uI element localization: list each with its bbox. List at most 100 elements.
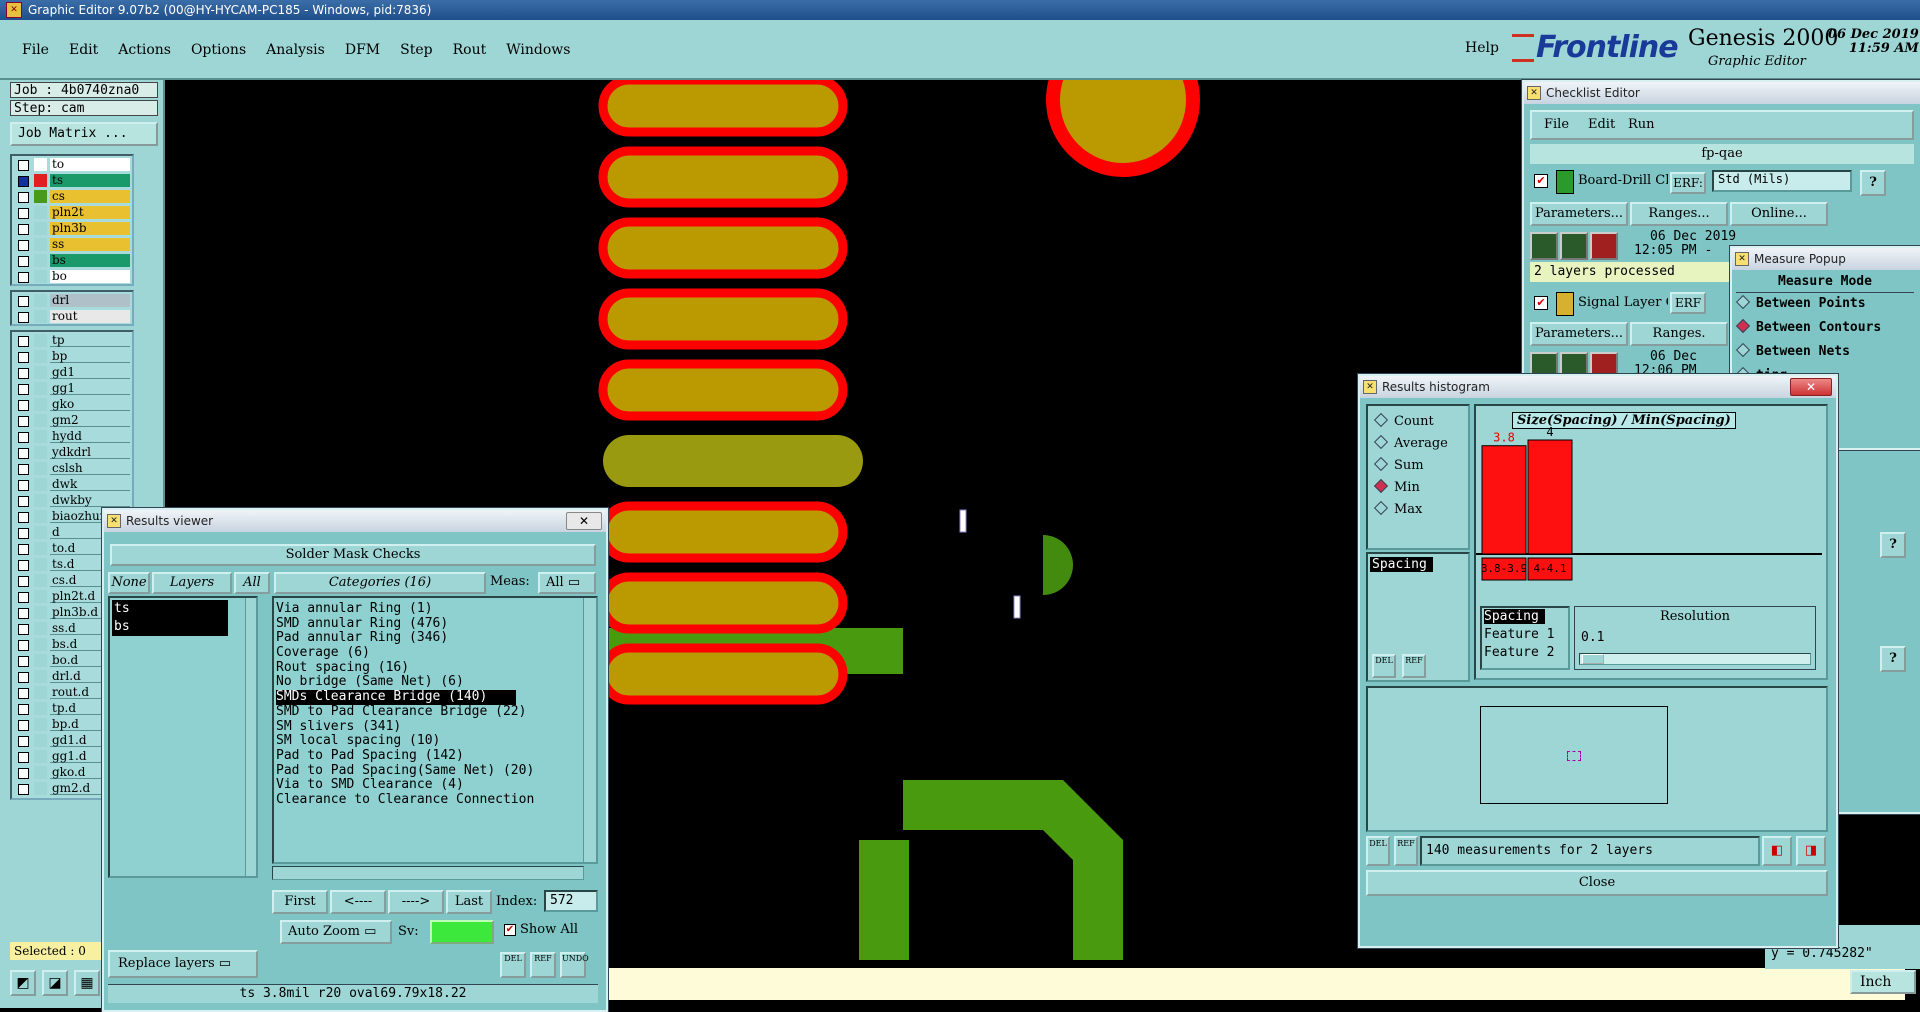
smd-pad[interactable]: [598, 572, 848, 634]
help-button-3[interactable]: ?: [1880, 646, 1906, 672]
category-scrollbar[interactable]: [583, 598, 596, 862]
show-all-checkbox[interactable]: ✔: [504, 924, 516, 936]
category-item[interactable]: Pad to Pad Spacing(Same Net) (20): [276, 763, 576, 779]
smd-pad[interactable]: [598, 80, 848, 137]
layer-row[interactable]: gm2: [12, 413, 132, 429]
category-hscrollbar[interactable]: [272, 866, 584, 880]
histogram-bar[interactable]: [1481, 445, 1527, 555]
category-item[interactable]: SMD to Pad Clearance Bridge (22): [276, 704, 576, 720]
check1-name[interactable]: Board-Drill Che: [1578, 173, 1668, 188]
menu-edit[interactable]: Edit: [59, 38, 108, 62]
all-layers-button[interactable]: All: [234, 572, 270, 594]
layer-list-scrollbar[interactable]: [245, 598, 256, 876]
menu-actions[interactable]: Actions: [108, 38, 181, 62]
layer-checkbox[interactable]: [18, 656, 29, 667]
category-item[interactable]: SM slivers (341): [276, 719, 576, 735]
layer-row[interactable]: ss: [12, 237, 132, 253]
category-item[interactable]: Clearance to Clearance Connection: [276, 792, 576, 808]
layer-checkbox[interactable]: [18, 384, 29, 395]
layer-name[interactable]: dwk: [50, 478, 130, 491]
layer-checkbox[interactable]: [18, 224, 29, 235]
menu-help[interactable]: Help: [1465, 40, 1499, 56]
resolution-slider[interactable]: [1579, 653, 1811, 665]
layer-name[interactable]: dwkby: [50, 494, 130, 507]
smd-pad[interactable]: [598, 643, 848, 705]
layer-checkbox[interactable]: [18, 336, 29, 347]
layer-checkbox[interactable]: [18, 496, 29, 507]
category-item[interactable]: Pad annular Ring (346): [276, 631, 576, 646]
layer-row[interactable]: bo: [12, 269, 132, 285]
check1-ranges-button[interactable]: Ranges...: [1630, 202, 1728, 226]
layer-name[interactable]: bo: [50, 270, 130, 283]
category-item[interactable]: Coverage (6): [276, 645, 576, 661]
category-item[interactable]: SMD annular Ring (476): [276, 616, 576, 632]
field-feature2[interactable]: Feature 2: [1484, 644, 1566, 662]
menu-rout[interactable]: Rout: [443, 38, 497, 62]
first-button[interactable]: First: [272, 890, 328, 914]
layer-checkbox[interactable]: [18, 576, 29, 587]
last-button[interactable]: Last: [446, 890, 492, 914]
layer-name[interactable]: bp: [50, 350, 130, 363]
mode-count-radio[interactable]: Count: [1373, 412, 1434, 429]
close-icon[interactable]: ✕: [1790, 378, 1832, 396]
smd-pad[interactable]: [598, 146, 848, 208]
meas-select[interactable]: All ▭: [538, 572, 596, 594]
smd-pad[interactable]: [598, 501, 848, 563]
ref-button-2[interactable]: REF: [1394, 836, 1418, 866]
layer-name[interactable]: gd1: [50, 366, 130, 379]
layer-row[interactable]: bs: [12, 253, 132, 269]
next-button[interactable]: ---->: [388, 890, 444, 914]
category-item[interactable]: No bridge (Same Net) (6): [276, 675, 576, 690]
del-button[interactable]: DEL: [1372, 654, 1396, 678]
layer-checkbox[interactable]: [18, 176, 29, 187]
type-spacing[interactable]: Spacing: [1370, 557, 1433, 572]
layer-checkbox[interactable]: [18, 640, 29, 651]
check2-parameters-button[interactable]: Parameters...: [1530, 322, 1628, 346]
layer-checkbox[interactable]: [18, 784, 29, 795]
check1-help-button[interactable]: ?: [1860, 170, 1886, 196]
layer-checkbox[interactable]: [18, 296, 29, 307]
help-button-2[interactable]: ?: [1880, 532, 1906, 558]
category-item[interactable]: SMDs Clearance Bridge (140): [276, 689, 516, 705]
layer-checkbox[interactable]: [18, 480, 29, 491]
layer-checkbox[interactable]: [18, 416, 29, 427]
zoom-all-icon[interactable]: ◨: [1796, 836, 1826, 866]
layer-row[interactable]: bp: [12, 349, 132, 365]
layer-name[interactable]: ydkdrl: [50, 446, 130, 459]
layer-checkbox[interactable]: [18, 560, 29, 571]
mode-average-radio[interactable]: Average: [1373, 434, 1448, 451]
layer-name[interactable]: hydd: [50, 430, 130, 443]
index-input[interactable]: 572: [544, 890, 598, 912]
layer-name[interactable]: ts: [50, 174, 130, 187]
undo-icon[interactable]: UNDO: [560, 952, 589, 978]
replace-layers-select[interactable]: Replace layers ▭: [108, 950, 258, 978]
layer-checkbox[interactable]: [18, 400, 29, 411]
layer-name[interactable]: pln3b: [50, 222, 130, 235]
category-item[interactable]: Via to SMD Clearance (4): [276, 778, 576, 793]
layer-checkbox[interactable]: [18, 544, 29, 555]
menu-dfm[interactable]: DFM: [335, 38, 390, 62]
layer-checkbox[interactable]: [18, 688, 29, 699]
prev-button[interactable]: <----: [330, 890, 386, 914]
layer-name[interactable]: cs: [50, 190, 130, 203]
layer-checkbox[interactable]: [18, 720, 29, 731]
layer-checkbox[interactable]: [18, 752, 29, 763]
categories-button[interactable]: Categories (16): [274, 572, 486, 594]
layer-checkbox[interactable]: [18, 192, 29, 203]
cl-menu-edit[interactable]: Edit: [1588, 117, 1615, 132]
layer-row[interactable]: pln2t: [12, 205, 132, 221]
layer-checkbox[interactable]: [18, 528, 29, 539]
unit-select[interactable]: Inch: [1850, 970, 1916, 994]
histogram-bar[interactable]: [1527, 439, 1573, 555]
layer-name[interactable]: rout: [50, 310, 130, 323]
measure-option[interactable]: Between Points: [1735, 294, 1914, 311]
result-layer-item[interactable]: bs: [112, 618, 254, 636]
menu-windows[interactable]: Windows: [496, 38, 580, 62]
layer-row[interactable]: ts: [12, 173, 132, 189]
layer-checkbox[interactable]: [18, 736, 29, 747]
layer-name[interactable]: drl: [50, 294, 130, 307]
run-all-icon[interactable]: [1560, 232, 1588, 260]
stop-icon[interactable]: [1590, 232, 1618, 260]
zoom-tool-icon[interactable]: ◩: [10, 970, 36, 996]
smd-pad[interactable]: [603, 435, 863, 487]
